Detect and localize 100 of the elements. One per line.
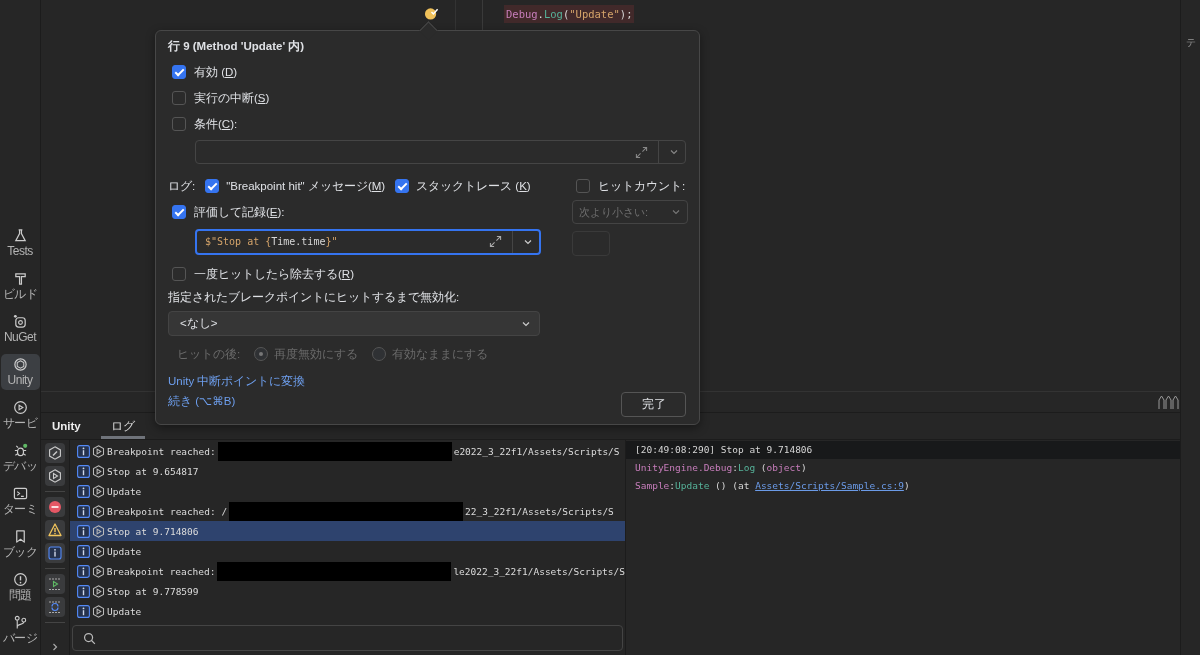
- tool-window-button[interactable]: ビルド: [0, 267, 40, 305]
- chevron-down-icon[interactable]: [669, 147, 679, 157]
- info-icon: [77, 444, 90, 458]
- log-row[interactable]: Update: [70, 541, 625, 561]
- checkbox[interactable]: [205, 179, 220, 193]
- tool-window-button[interactable]: NuGet: [0, 310, 40, 348]
- info-icon: [77, 584, 90, 598]
- breakpoint-icon[interactable]: [423, 6, 439, 21]
- checkbox-label: "Breakpoint hit" メッセージ(M): [226, 178, 386, 194]
- continue-link[interactable]: 続き (⌥⌘B): [168, 392, 236, 410]
- expand-icon[interactable]: [489, 235, 502, 248]
- play-hexagon-icon: [92, 504, 105, 518]
- search-field[interactable]: [72, 625, 623, 651]
- checkbox[interactable]: [395, 179, 410, 193]
- tool-window-button[interactable]: バージ: [0, 611, 40, 649]
- log-row[interactable]: Update: [70, 481, 625, 501]
- done-button[interactable]: 完了: [621, 392, 686, 417]
- tool-window-button[interactable]: ブック: [0, 525, 40, 563]
- log-row[interactable]: Update: [70, 601, 625, 621]
- info-icon: [77, 464, 90, 478]
- play-hexagon-icon: [92, 584, 105, 598]
- checkbox[interactable]: [172, 205, 186, 219]
- cube-icon: [12, 357, 28, 373]
- info-icon[interactable]: [45, 543, 65, 563]
- tool-window-label[interactable]: テ: [1185, 36, 1196, 50]
- checkbox-label: 有効 (D): [194, 64, 238, 80]
- condition-field[interactable]: [195, 140, 686, 164]
- log-message: le2022_3_22f1/Assets/Scripts/S: [453, 565, 625, 577]
- log-message: Stop at 9.778599: [107, 585, 199, 597]
- checkbox[interactable]: [172, 91, 186, 105]
- tool-window-button[interactable]: ターミ: [0, 482, 40, 520]
- play-hexagon-icon: [92, 464, 105, 478]
- hammer-icon: [12, 271, 28, 287]
- play-hexagon-icon: [92, 484, 105, 498]
- play-hexagon-icon: [91, 564, 105, 578]
- tool-window-button[interactable]: Tests: [0, 224, 40, 262]
- refresh-lines-icon[interactable]: [45, 597, 65, 617]
- info-icon: [77, 544, 90, 558]
- info-icon: [77, 524, 90, 538]
- bug-icon: [12, 443, 28, 459]
- log-row[interactable]: Stop at 9.778599: [70, 581, 625, 601]
- log-row[interactable]: Stop at 9.654817: [70, 461, 625, 481]
- stack-trace-line: UnityEngine.Debug:Log (object): [634, 461, 808, 475]
- tool-window-button[interactable]: サービ: [0, 396, 40, 434]
- log-row[interactable]: Stop at 9.714806: [70, 521, 625, 541]
- terminal-icon: [12, 486, 28, 502]
- tool-window-button[interactable]: デバッ: [0, 439, 40, 477]
- play-hexagon-icon: [92, 544, 105, 558]
- play-hexagon-icon: [92, 604, 105, 618]
- checkbox-label: 実行の中断(S): [194, 90, 270, 106]
- exclamation-circle-icon: [12, 572, 28, 588]
- convert-link[interactable]: Unity 中断ポイントに変換: [168, 372, 306, 390]
- checkbox[interactable]: [172, 267, 186, 281]
- flask-icon: [12, 228, 28, 244]
- info-icon: [77, 564, 90, 578]
- breakpoint-dropdown[interactable]: <なし>: [168, 311, 540, 336]
- log-label: ログ:: [168, 178, 196, 194]
- play-hexagon-icon: [92, 524, 105, 538]
- info-icon: [77, 484, 90, 498]
- info-icon: [77, 504, 90, 518]
- checkbox[interactable]: [172, 117, 186, 131]
- log-message: Stop at 9.714806: [107, 525, 199, 537]
- panel-title: Unity: [52, 420, 81, 432]
- checkbox[interactable]: [172, 65, 186, 79]
- log-message: Breakpoint reached: /: [107, 505, 228, 517]
- log-message: Breakpoint reached:: [106, 565, 216, 577]
- stack-trace-line: Sample:Update () (at Assets/Scripts/Sample.cs:9): [634, 479, 911, 493]
- log-message: e2022_3_22f1/Assets/Scripts/S: [453, 445, 620, 457]
- warning-icon[interactable]: [45, 520, 65, 540]
- checkbox-label: 一度ヒットしたら除去する(R): [194, 266, 354, 282]
- checkbox-label: スタックトレース (K): [416, 178, 531, 194]
- chevron-right-icon[interactable]: [50, 642, 60, 652]
- expand-icon[interactable]: [635, 145, 648, 159]
- checkbox-label: ヒットカウント:: [598, 178, 686, 194]
- log-row[interactable]: Breakpoint reached: e2022_3_22f1/Assets/Scripts/S: [70, 441, 625, 461]
- package-icon: [12, 314, 28, 330]
- log-message: Update: [107, 545, 142, 557]
- play-lines-icon[interactable]: [45, 574, 65, 594]
- log-message: Update: [107, 605, 142, 617]
- popup-title: 行 9 (Method 'Update' 内): [168, 39, 306, 53]
- branch-icon: [12, 615, 28, 631]
- panel-tab[interactable]: ログ: [100, 413, 145, 439]
- checkbox-label: 評価して記録(E):: [194, 204, 285, 220]
- play-hexagon-icon: [92, 444, 105, 458]
- log-row[interactable]: Breakpoint reached: / 22_3_22f1/Assets/Scripts/S: [70, 501, 625, 521]
- pencils-icon[interactable]: [1158, 395, 1180, 409]
- log-message: 22_3_22f1/Assets/Scripts/S: [465, 505, 614, 517]
- log-message: Update: [107, 485, 142, 497]
- tool-window-button[interactable]: Unity: [0, 353, 40, 391]
- log-row[interactable]: Breakpoint reached: le2022_3_22f1/Assets/Scripts/S: [70, 561, 625, 581]
- tool-window-button[interactable]: 問題: [0, 568, 40, 606]
- checkbox-label: 条件(C):: [194, 116, 238, 132]
- expression-field[interactable]: $"Stop at {Time.time}": [195, 228, 541, 255]
- disable-until-label: 指定されたブレークポイントにヒットするまで無効化:: [168, 290, 461, 305]
- log-message: Breakpoint reached:: [107, 445, 216, 457]
- log-message: Stop at 9.654817: [107, 465, 199, 477]
- error-icon[interactable]: [45, 497, 65, 517]
- chevron-down-icon: [671, 207, 681, 217]
- search-icon: [83, 631, 96, 645]
- info-icon: [77, 604, 90, 618]
